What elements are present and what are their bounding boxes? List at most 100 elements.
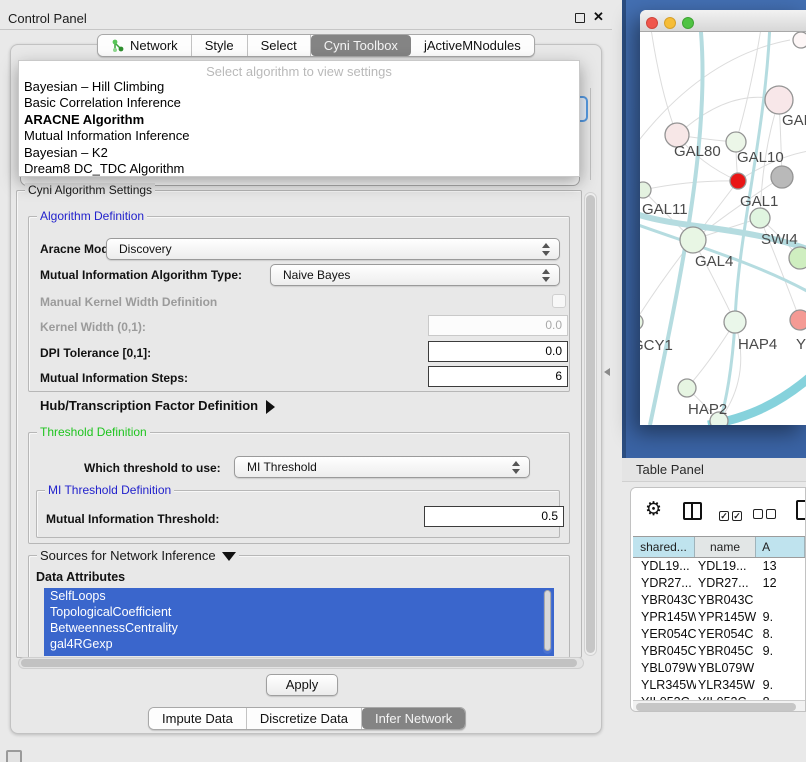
manual-kernel-width-checkbox[interactable] xyxy=(552,294,566,308)
node-label: SWI4 xyxy=(761,231,798,248)
panel-title: Control Panel xyxy=(8,11,87,26)
node-salmon[interactable] xyxy=(790,310,806,330)
table-row[interactable]: YBL079WYBL079W xyxy=(633,660,805,677)
table-row[interactable]: YLR345WYLR345W9. xyxy=(633,677,805,694)
column-header-shared-name[interactable]: shared... xyxy=(633,537,695,557)
node-label: HAP2 xyxy=(688,401,727,418)
hub-definition-label: Hub/Transcription Factor Definition xyxy=(40,398,258,413)
dpi-tolerance-field[interactable]: 0.0 xyxy=(428,341,568,362)
tab-network[interactable]: Network xyxy=(98,35,192,56)
splitpane-collapse-icon[interactable] xyxy=(604,368,610,376)
network-graph: GAL GAL80 GAL10 GAL11 GAL1 SWI4 GAL4 GCY… xyxy=(640,32,806,425)
list-scrollbar[interactable] xyxy=(543,590,552,654)
aracne-mode-combobox[interactable]: Discovery xyxy=(106,238,560,260)
node-gray[interactable] xyxy=(771,166,793,188)
document-icon[interactable] xyxy=(796,500,806,520)
settings-vertical-scrollbar[interactable] xyxy=(584,192,597,656)
screenshot-root: Control Panel ✕ Network Style Select Cyn… xyxy=(0,0,806,762)
attribute-item[interactable]: SelfLoops xyxy=(44,588,554,604)
node-gal11[interactable] xyxy=(640,182,651,198)
node-label: GCY1 xyxy=(640,337,673,354)
close-icon[interactable]: ✕ xyxy=(593,9,604,25)
kernel-width-field[interactable]: 0.0 xyxy=(428,315,568,336)
column-view-icon[interactable] xyxy=(683,502,702,520)
node-hap2[interactable] xyxy=(678,379,696,397)
node-gal7[interactable] xyxy=(765,86,793,114)
titlebar-divider xyxy=(0,29,612,30)
tab-select[interactable]: Select xyxy=(248,35,311,56)
dropdown-item[interactable]: Mutual Information Inference xyxy=(19,128,579,144)
network-canvas[interactable]: GAL GAL80 GAL10 GAL11 GAL1 SWI4 GAL4 GCY… xyxy=(640,32,806,425)
combobox-value: Naive Bayes xyxy=(283,268,350,282)
algorithm-dropdown-popup: Select algorithm to view settings Bayesi… xyxy=(18,60,580,177)
attribute-item[interactable]: BetweennessCentrality xyxy=(44,620,554,636)
group-title: Cyni Algorithm Settings xyxy=(25,183,155,197)
data-attributes-list[interactable]: SelfLoops TopologicalCoefficient Between… xyxy=(44,588,554,656)
node-gcy1[interactable] xyxy=(640,314,643,330)
select-all-checkboxes-icon[interactable]: ✓✓ xyxy=(719,506,745,524)
dpi-tolerance-label: DPI Tolerance [0,1]: xyxy=(40,346,151,360)
apply-button[interactable]: Apply xyxy=(266,674,338,696)
mi-steps-field[interactable]: 6 xyxy=(428,366,568,387)
sources-title: Sources for Network Inference xyxy=(40,548,216,563)
node-label: GAL80 xyxy=(674,143,721,160)
float-window-icon[interactable] xyxy=(575,13,585,23)
minimized-panel-icon[interactable] xyxy=(6,750,22,762)
which-threshold-combobox[interactable]: MI Threshold xyxy=(234,456,530,478)
table-row[interactable]: YPR145WYPR145W9. xyxy=(633,609,805,626)
dropdown-item-selected[interactable]: ARACNE Algorithm xyxy=(19,112,579,128)
dropdown-item[interactable]: Bayesian – Hill Climbing xyxy=(19,79,579,95)
combobox-arrows-icon xyxy=(542,269,550,282)
combobox-value: MI Threshold xyxy=(247,460,317,474)
sources-expander[interactable]: Sources for Network Inference xyxy=(37,548,239,563)
gear-icon[interactable]: ⚙ xyxy=(645,498,662,520)
tab-impute-data[interactable]: Impute Data xyxy=(149,708,247,729)
minimize-traffic-light-icon[interactable] xyxy=(664,17,676,29)
table-row[interactable]: YDR27...YDR27...12 xyxy=(633,575,805,592)
dropdown-item[interactable]: Bayesian – K2 xyxy=(19,145,579,161)
table-panel-title: Table Panel xyxy=(636,462,704,477)
tab-jactivemnodules[interactable]: jActiveMNodules xyxy=(411,35,534,56)
table-row[interactable]: YBR045CYBR045C9. xyxy=(633,643,805,660)
node-hap4[interactable] xyxy=(724,311,746,333)
table-row[interactable]: YBR043CYBR043C xyxy=(633,592,805,609)
settings-horizontal-scrollbar[interactable] xyxy=(18,657,584,669)
node-label: GAL11 xyxy=(642,201,688,218)
table-panel-bar: Table Panel xyxy=(622,458,806,482)
node-label: GAL4 xyxy=(695,253,733,270)
tab-infer-network[interactable]: Infer Network xyxy=(362,708,465,729)
group-title: Algorithm Definition xyxy=(37,209,147,223)
column-header-name[interactable]: name xyxy=(695,537,756,557)
attribute-item[interactable]: gal4RGexp xyxy=(44,636,554,652)
close-traffic-light-icon[interactable] xyxy=(646,17,658,29)
which-threshold-label: Which threshold to use: xyxy=(84,461,221,475)
hidden-groupbox-edge xyxy=(590,88,591,180)
combobox-arrows-icon xyxy=(512,461,520,474)
node-swi4[interactable] xyxy=(789,247,806,269)
hub-definition-expander[interactable]: Hub/Transcription Factor Definition xyxy=(40,398,275,414)
dropdown-item[interactable]: Basic Correlation Inference xyxy=(19,95,579,111)
mi-algorithm-type-combobox[interactable]: Naive Bayes xyxy=(270,264,560,286)
tab-cyni-toolbox[interactable]: Cyni Toolbox xyxy=(311,35,411,56)
zoom-traffic-light-icon[interactable] xyxy=(682,17,694,29)
node-red[interactable] xyxy=(730,173,746,189)
table-row[interactable]: YER054CYER054C8. xyxy=(633,626,805,643)
tab-style[interactable]: Style xyxy=(192,35,248,56)
node-clipped[interactable] xyxy=(793,32,806,48)
mi-threshold-field[interactable]: 0.5 xyxy=(424,506,564,527)
combobox-arrows-icon xyxy=(542,243,550,256)
table-horizontal-scrollbar[interactable] xyxy=(633,700,805,711)
column-header-clipped[interactable]: A xyxy=(756,537,805,557)
table-row[interactable]: YDL19...YDL19...13 xyxy=(633,558,805,575)
deselect-all-checkboxes-icon[interactable] xyxy=(753,506,779,524)
node-gal1[interactable] xyxy=(750,208,770,228)
node-label: GAL1 xyxy=(740,193,778,210)
table-toolbar: ⚙ ✓✓ xyxy=(631,488,805,536)
tab-discretize-data[interactable]: Discretize Data xyxy=(247,708,362,729)
node-gal4[interactable] xyxy=(680,227,706,253)
attribute-item[interactable]: TopologicalCoefficient xyxy=(44,604,554,620)
mi-algorithm-type-label: Mutual Information Algorithm Type: xyxy=(40,268,242,282)
dropdown-item[interactable]: Dream8 DC_TDC Algorithm xyxy=(19,161,579,177)
network-window[interactable]: GAL GAL80 GAL10 GAL11 GAL1 SWI4 GAL4 GCY… xyxy=(640,10,806,425)
network-window-titlebar[interactable] xyxy=(640,10,806,32)
